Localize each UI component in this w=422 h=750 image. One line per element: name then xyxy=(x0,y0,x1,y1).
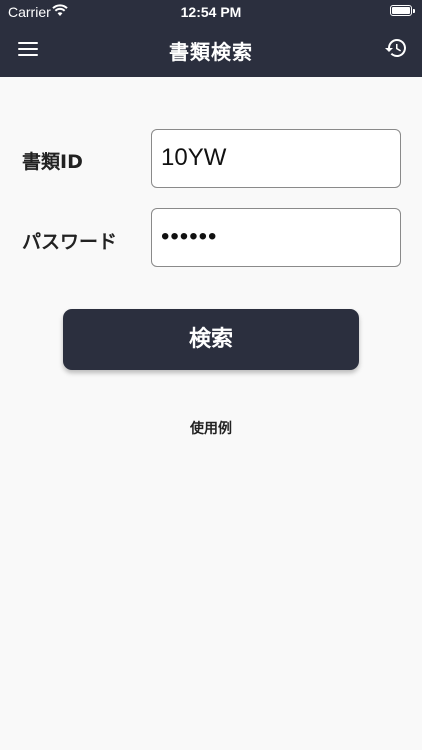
password-field[interactable]: •••••• xyxy=(151,208,401,267)
page-title: 書類検索 xyxy=(169,40,253,64)
app-screen: Carrier 12:54 PM 書類検索 書類ID 10YW パスワード ••… xyxy=(0,0,422,750)
status-bar: Carrier 12:54 PM xyxy=(0,0,422,24)
battery-icon xyxy=(390,5,415,16)
status-time: 12:54 PM xyxy=(180,4,242,20)
usage-example-link[interactable]: 使用例 xyxy=(0,418,422,438)
document-id-label: 書類ID xyxy=(22,151,83,173)
top-bar: Carrier 12:54 PM 書類検索 xyxy=(0,0,422,77)
search-button[interactable]: 検索 xyxy=(63,309,359,370)
history-icon[interactable] xyxy=(384,36,408,60)
document-id-field[interactable]: 10YW xyxy=(151,129,401,188)
password-label: パスワード xyxy=(22,231,118,253)
